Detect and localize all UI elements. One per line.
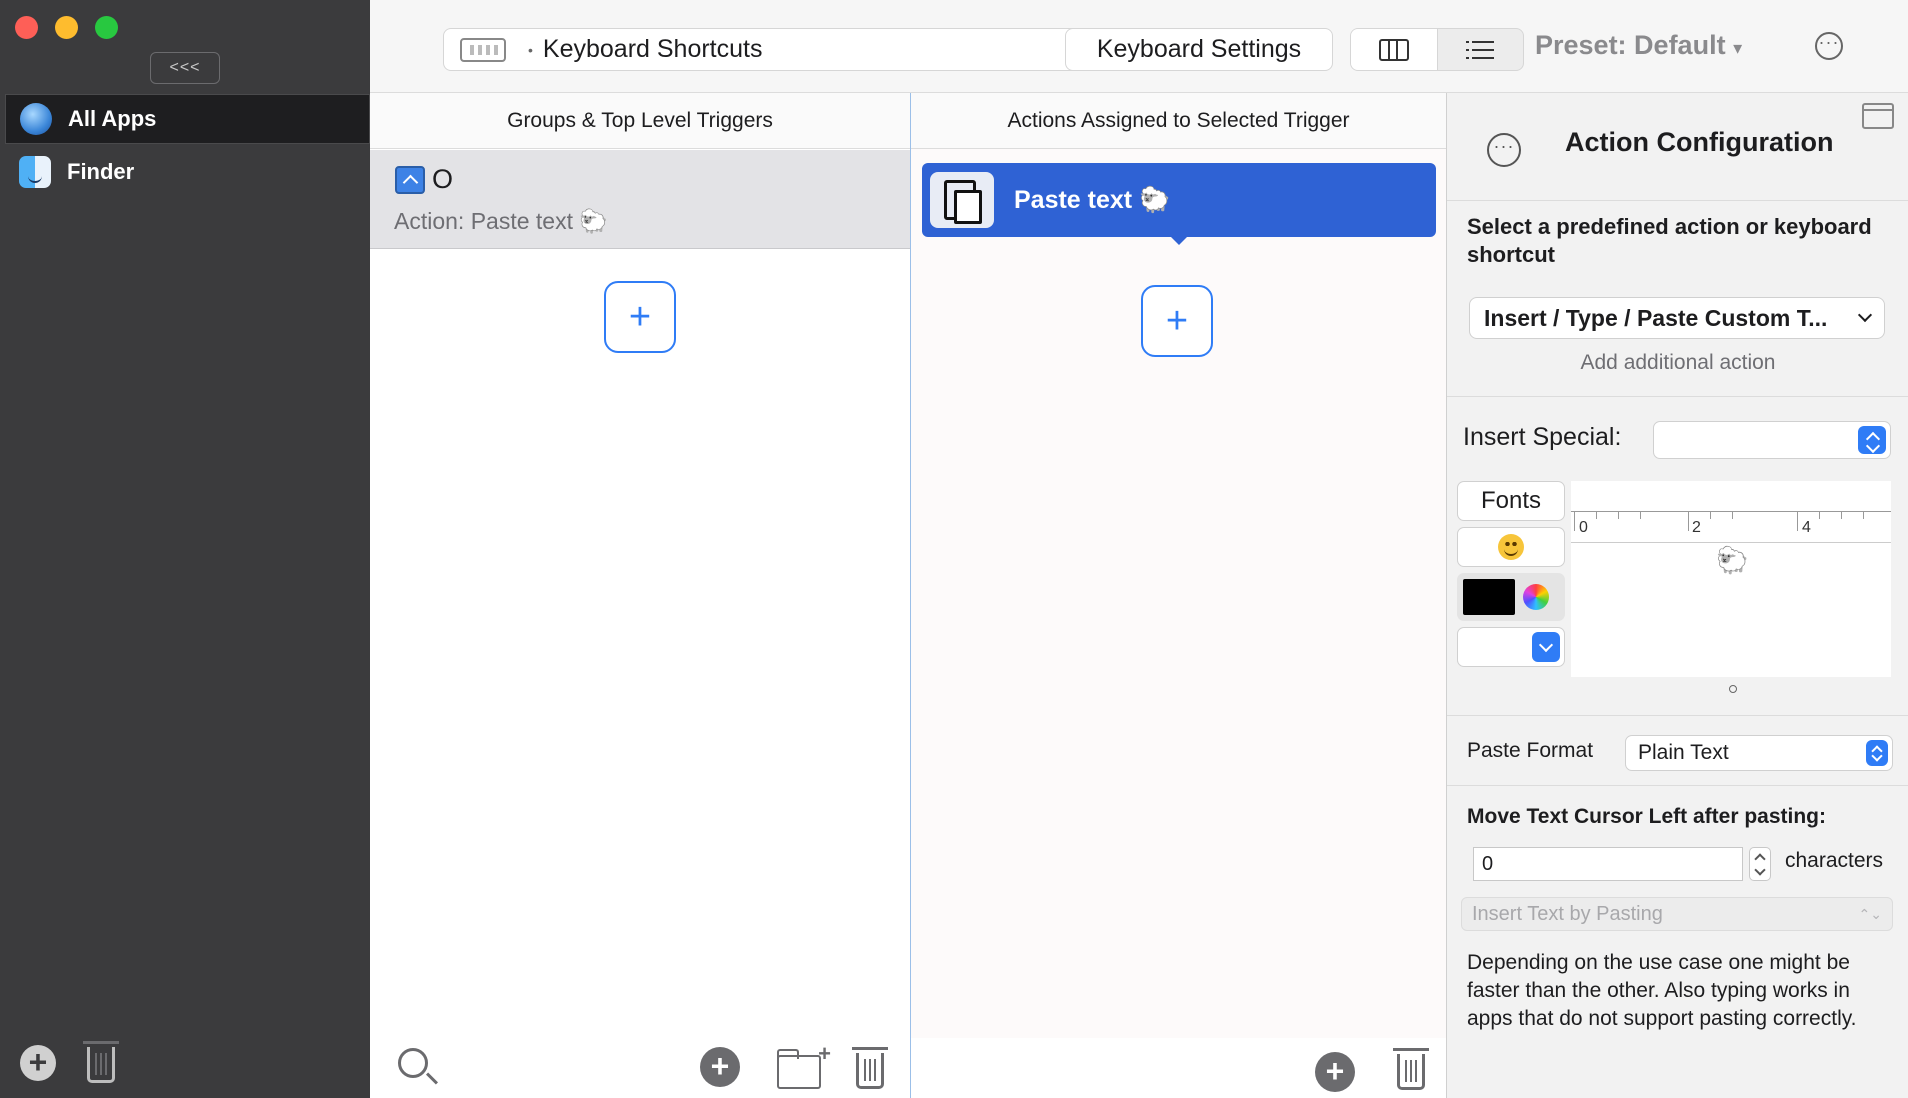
insert-special-label: Insert Special: (1463, 423, 1622, 451)
more-options-button[interactable]: ··· (1487, 133, 1521, 167)
updown-arrows-icon: ⌃⌄ (1858, 906, 1882, 922)
paste-format-value: Plain Text (1638, 741, 1729, 764)
insert-special-select[interactable] (1653, 421, 1891, 459)
move-cursor-label: Move Text Cursor Left after pasting: (1467, 805, 1826, 828)
list-icon (1466, 39, 1495, 60)
chevron-down-icon: ▾ (1733, 38, 1743, 58)
new-folder-icon[interactable] (777, 1041, 831, 1089)
divider (1447, 785, 1908, 786)
actions-column: Actions Assigned to Selected Trigger Pas… (910, 93, 1447, 1098)
sidebar-item-all-apps[interactable]: All Apps (5, 94, 370, 144)
paste-format-select[interactable]: Plain Text (1625, 735, 1893, 771)
smiley-icon (1498, 533, 1524, 560)
insert-mode-value: Insert Text by Pasting (1472, 903, 1663, 925)
predefined-action-value: Insert / Type / Paste Custom T... (1484, 305, 1828, 331)
trigger-key-label: O (432, 164, 454, 194)
paste-format-label: Paste Format (1467, 739, 1594, 762)
minimize-window-button[interactable] (55, 16, 78, 39)
add-action-button[interactable]: + (1141, 285, 1213, 357)
toolbar: • Keyboard Shortcuts Keyboard Settings P… (370, 0, 1908, 93)
insert-mode-select[interactable]: Insert Text by Pasting ⌃⌄ (1461, 897, 1893, 931)
action-configuration-panel: ··· Action Configuration Select a predef… (1446, 93, 1908, 1098)
divider (1447, 715, 1908, 716)
divider (1447, 396, 1908, 397)
ruler: 0 2 4 (1571, 481, 1891, 543)
insert-mode-description: Depending on the use case one might be f… (1467, 951, 1857, 1030)
sheep-emoji: 🐑 (1139, 185, 1171, 214)
ruler-label: 2 (1692, 519, 1701, 536)
list-view-button[interactable] (1438, 29, 1524, 70)
add-action-bottom-button[interactable]: + (1315, 1052, 1355, 1092)
trash-icon[interactable] (852, 1047, 888, 1089)
trash-icon[interactable] (1393, 1048, 1429, 1090)
emoji-button[interactable] (1457, 527, 1565, 567)
zoom-window-button[interactable] (95, 16, 118, 39)
columns-icon (1378, 38, 1409, 61)
sidebar-item-label: All Apps (68, 106, 157, 131)
editor-content: 🐑 (1716, 545, 1749, 575)
search-icon[interactable] (398, 1048, 428, 1078)
trigger-action-summary: Action: Paste text 🐑 (394, 208, 608, 235)
config-header: ··· Action Configuration (1447, 93, 1908, 201)
preset-menu[interactable]: Preset: Default ▾ (1535, 30, 1742, 61)
finder-icon (19, 156, 51, 188)
detach-window-icon[interactable] (1862, 103, 1894, 129)
trigger-type-label: Keyboard Shortcuts (542, 35, 763, 63)
collapse-sidebar-button[interactable]: <<< (150, 52, 220, 84)
trash-icon (83, 1041, 119, 1083)
ruler-label: 0 (1579, 519, 1588, 536)
color-picker-row (1457, 573, 1565, 621)
add-app-button[interactable]: + (20, 1045, 56, 1081)
chevron-down-icon (1857, 307, 1873, 323)
add-trigger-bottom-button[interactable]: + (700, 1047, 740, 1087)
actions-header: Actions Assigned to Selected Trigger (911, 93, 1446, 149)
action-item-paste-text[interactable]: Paste text 🐑 (922, 163, 1436, 245)
trigger-type-select[interactable]: • Keyboard Shortcuts (443, 28, 1121, 71)
groups-header: Groups & Top Level Triggers (370, 93, 910, 149)
delete-app-button[interactable] (83, 1041, 119, 1083)
select-stepper-icon (1858, 426, 1886, 454)
characters-label: characters (1785, 849, 1884, 872)
keyboard-settings-button[interactable]: Keyboard Settings (1065, 28, 1333, 71)
actions-bottom-bar: + (911, 1038, 1447, 1098)
control-key-icon (395, 166, 425, 194)
color-wheel-icon[interactable] (1523, 584, 1549, 610)
column-view-button[interactable] (1351, 29, 1438, 70)
resize-handle[interactable] (1729, 685, 1737, 693)
add-additional-action-link[interactable]: Add additional action (1447, 351, 1908, 375)
fonts-button[interactable]: Fonts (1457, 481, 1565, 521)
select-stepper-icon (1866, 740, 1888, 766)
text-style-select[interactable] (1457, 627, 1565, 667)
paste-icon (930, 172, 994, 228)
config-title: Action Configuration (1565, 127, 1834, 157)
action-item-label: Paste text 🐑 (1014, 186, 1170, 215)
chevron-down-icon (1532, 632, 1560, 662)
predefined-prompt: Select a predefined action or keyboard s… (1467, 214, 1872, 267)
action-label-text: Paste text (1014, 185, 1133, 214)
view-mode-segmented-control (1350, 28, 1524, 71)
add-trigger-button[interactable]: + (604, 281, 676, 353)
sidebar-item-finder[interactable]: Finder (5, 147, 370, 197)
trigger-row[interactable]: O Action: Paste text 🐑 (370, 150, 910, 249)
ruler-label: 4 (1802, 519, 1811, 536)
move-cursor-stepper[interactable] (1749, 847, 1771, 881)
keyboard-icon (460, 37, 506, 62)
text-color-swatch[interactable] (1463, 579, 1515, 615)
close-window-button[interactable] (15, 16, 38, 39)
globe-icon (20, 103, 52, 135)
more-options-button[interactable]: ··· (1815, 32, 1843, 60)
groups-column: Groups & Top Level Triggers O Action: Pa… (370, 93, 910, 1098)
sidebar: <<< All Apps Finder + (0, 0, 370, 1098)
sheep-emoji: 🐑 (579, 208, 609, 234)
window: <<< All Apps Finder + • Keyboard Shortcu… (0, 0, 1908, 1098)
bullet-icon: • (528, 41, 533, 58)
sidebar-item-label: Finder (67, 159, 135, 184)
move-cursor-input[interactable]: 0 (1473, 847, 1743, 881)
predefined-action-dropdown[interactable]: Insert / Type / Paste Custom T... (1469, 297, 1885, 339)
trigger-action-text: Action: Paste text (394, 208, 573, 234)
text-editor[interactable]: 0 2 4 🐑 (1571, 481, 1891, 677)
preset-label: Preset: Default (1535, 30, 1726, 60)
